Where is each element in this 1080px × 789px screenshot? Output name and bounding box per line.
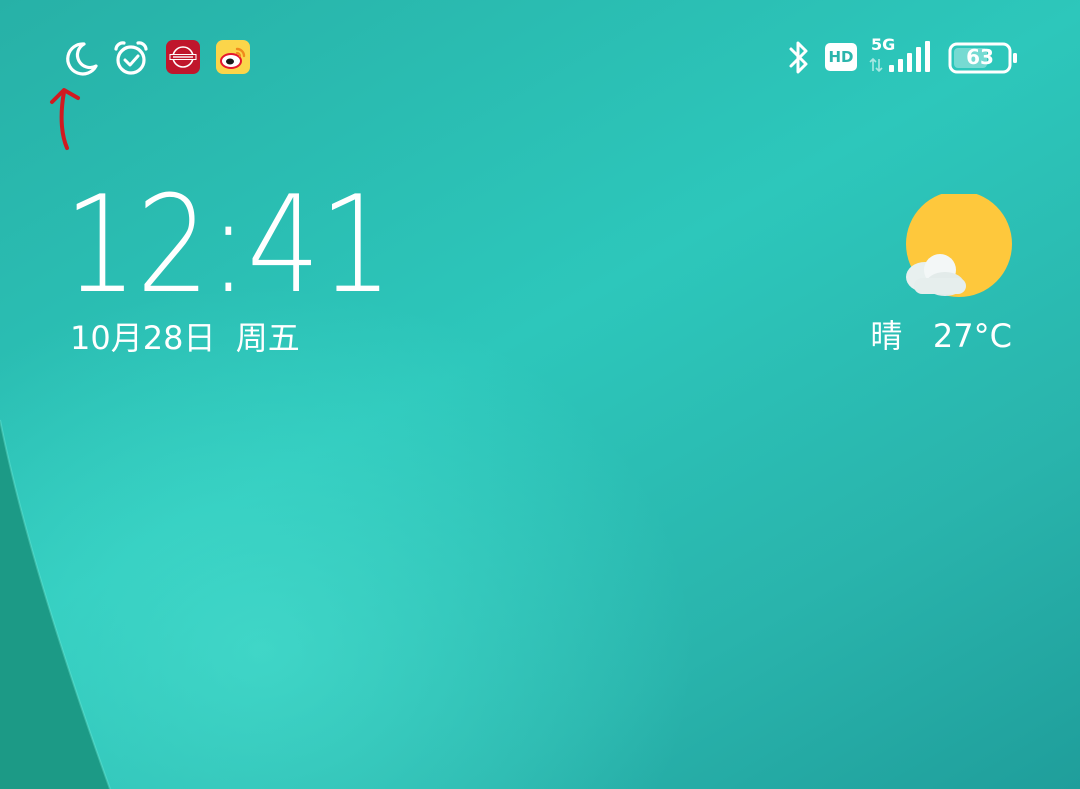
nissan-app-icon [166,40,200,74]
lockscreen-date: 10月28日 周五 [70,319,300,357]
battery-level-label: 63 [966,45,994,69]
status-bar: HD 5G 63 [0,0,1080,100]
sun-with-cloud-icon [906,194,1012,297]
red-arrow-annotation [50,88,80,150]
signal-bars-icon [869,41,930,73]
lockscreen-clock: 12:41 [64,167,393,323]
bluetooth-icon [789,41,808,74]
wallpaper-dark-strip [0,419,111,789]
hd-voice-icon: HD [825,43,857,71]
weather-summary: 晴 27°C [870,317,1012,355]
weibo-app-icon [216,40,250,74]
moon-icon [66,42,98,76]
alarm-clock-icon [114,41,148,75]
